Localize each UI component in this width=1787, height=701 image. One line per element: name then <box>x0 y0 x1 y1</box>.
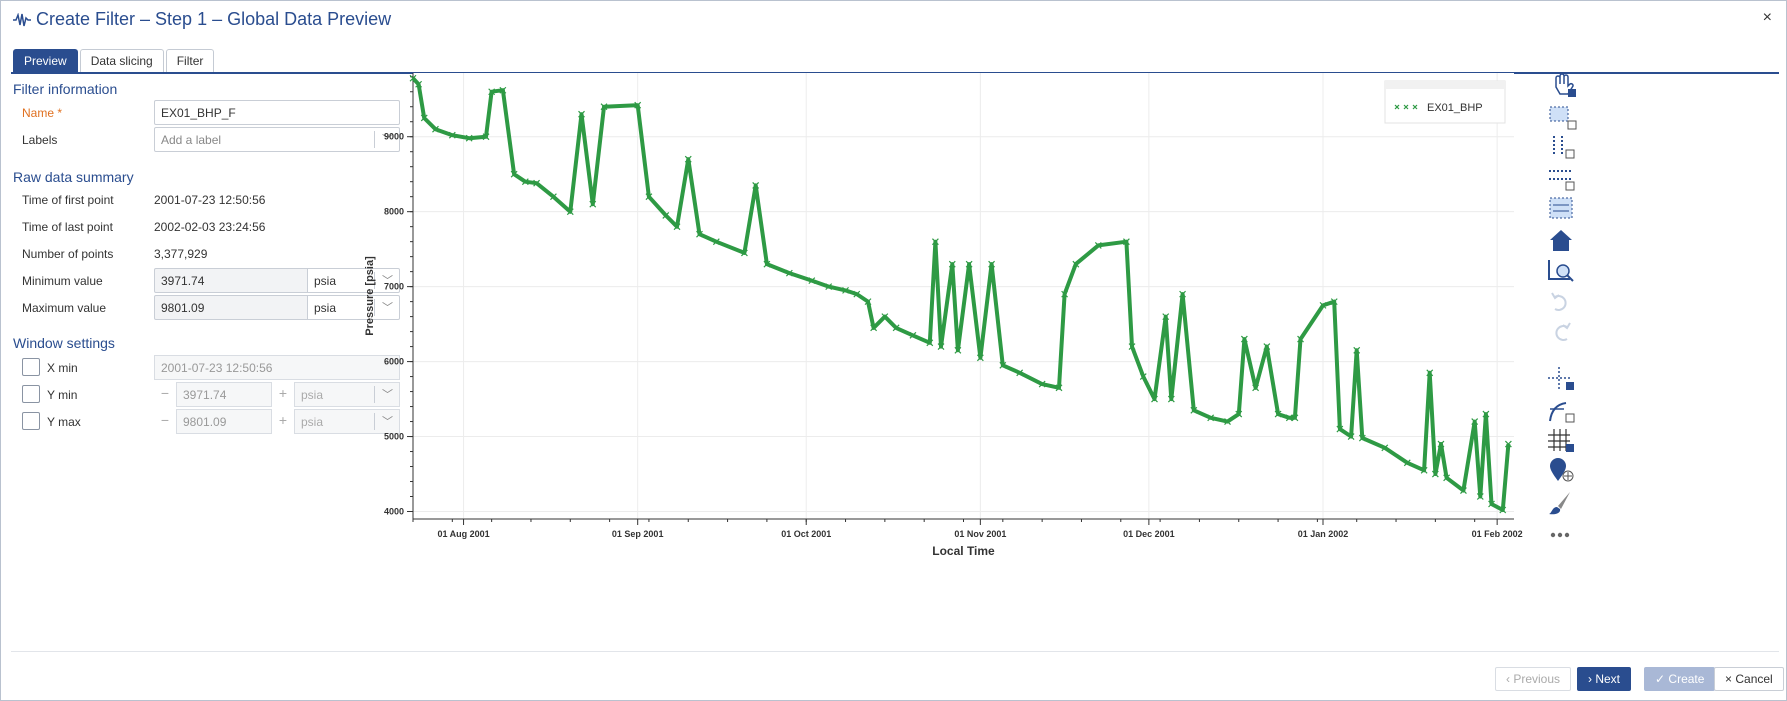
x-tick-label: 01 Nov 2001 <box>954 529 1006 539</box>
name-label-text: Name <box>22 106 55 120</box>
cancel-label: Cancel <box>1735 672 1773 686</box>
name-input-value: EX01_BHP_F <box>161 106 236 120</box>
create-label: Create <box>1668 672 1705 686</box>
ymin-decrement-button[interactable]: − <box>154 382 176 407</box>
y-tick-label: 6000 <box>384 357 404 367</box>
tab-data-slicing[interactable]: Data slicing <box>79 49 164 73</box>
window-settings-title: Window settings <box>13 335 115 351</box>
tab-filter[interactable]: Filter <box>165 49 215 73</box>
x-tick-label: 01 Jan 2002 <box>1298 529 1349 539</box>
y-axis-label: Pressure [psia] <box>364 256 376 336</box>
num-points-value: 3,377,929 <box>154 247 208 261</box>
y-tick-label: 8000 <box>384 207 404 217</box>
check-icon: ✓ <box>1655 672 1666 686</box>
redo-icon[interactable] <box>1546 319 1578 347</box>
legend-header <box>1385 81 1505 89</box>
brush-icon[interactable] <box>1546 489 1578 517</box>
max-value-input: 9801.09 <box>154 295 308 320</box>
close-icon[interactable]: × <box>1763 9 1772 27</box>
undo-icon[interactable] <box>1546 289 1578 317</box>
y-tick-label: 9000 <box>384 132 404 142</box>
hover-icon[interactable] <box>1546 397 1578 425</box>
footer-divider <box>11 651 1779 652</box>
x-tick-label: 01 Sep 2001 <box>612 529 664 539</box>
num-points-label: Number of points <box>22 247 114 261</box>
x-axis-label: Local Time <box>932 544 995 558</box>
tab-preview[interactable]: Preview <box>13 49 78 73</box>
y-tick-label: 7000 <box>384 282 404 292</box>
last-point-label: Time of last point <box>22 220 113 234</box>
home-icon[interactable] <box>1546 227 1578 255</box>
more-icon[interactable] <box>1546 521 1578 549</box>
name-label: Name * <box>22 106 62 120</box>
ymax-increment-button[interactable]: + <box>272 409 294 434</box>
waveform-icon <box>13 13 31 27</box>
y-tick-label: 5000 <box>384 432 404 442</box>
required-mark: * <box>57 106 63 120</box>
first-point-label: Time of first point <box>22 193 114 207</box>
min-value-input: 3971.74 <box>154 268 308 293</box>
ymax-decrement-button[interactable]: − <box>154 409 176 434</box>
next-label: Next <box>1595 672 1621 686</box>
x-tick-label: 01 Aug 2001 <box>437 529 489 539</box>
ymax-unit-value: psia <box>301 415 324 429</box>
last-point-value: 2002-02-03 23:24:56 <box>154 220 266 234</box>
tab-bar: Preview Data slicing Filter <box>13 49 215 73</box>
ymin-label: Y min <box>47 388 78 402</box>
xmin-label: X min <box>47 361 78 375</box>
filter-info-title: Filter information <box>13 81 118 97</box>
ymin-input[interactable]: 3971.74 <box>176 382 272 407</box>
y-zoom-icon[interactable] <box>1546 165 1578 193</box>
box-select-icon[interactable] <box>1546 195 1578 223</box>
chevron-right-icon: › <box>1588 672 1592 686</box>
previous-button[interactable]: ‹ Previous <box>1495 667 1572 691</box>
labels-label: Labels <box>22 133 58 147</box>
x-zoom-icon[interactable] <box>1546 133 1578 161</box>
ymin-increment-button[interactable]: + <box>272 382 294 407</box>
pan-icon[interactable] <box>1546 71 1578 99</box>
x-tick-label: 01 Oct 2001 <box>781 529 831 539</box>
ymax-label: Y max <box>47 415 81 429</box>
max-unit-value: psia <box>314 301 337 315</box>
first-point-value: 2001-07-23 12:50:56 <box>154 193 266 207</box>
x-tick-label: 01 Dec 2001 <box>1123 529 1175 539</box>
xmin-checkbox[interactable] <box>22 358 40 376</box>
zoom-fit-icon[interactable] <box>1546 257 1578 285</box>
plot-toolbar <box>1546 71 1586 551</box>
labels-placeholder: Add a label <box>161 133 222 147</box>
raw-summary-title: Raw data summary <box>13 169 134 185</box>
next-button[interactable]: › Next <box>1577 667 1632 691</box>
pressure-chart[interactable]: 01 Aug 2001 01 Sep 2001 01 Oct 2001 01 Nov … <box>361 71 1536 571</box>
previous-label: Previous <box>1513 672 1561 686</box>
chevron-left-icon: ‹ <box>1506 672 1510 686</box>
dialog-title: Create Filter – Step 1 – Global Data Pre… <box>36 9 392 29</box>
min-value-label: Minimum value <box>22 274 103 288</box>
x-tick-label: 01 Feb 2002 <box>1472 529 1523 539</box>
min-unit-value: psia <box>314 274 337 288</box>
crosshair-icon[interactable] <box>1546 365 1578 393</box>
legend-label: EX01_BHP <box>1427 102 1483 114</box>
cancel-button[interactable]: × Cancel <box>1714 667 1784 691</box>
ymax-input[interactable]: 9801.09 <box>176 409 272 434</box>
left-panel: Filter information Name * EX01_BHP_F Lab… <box>1 81 421 581</box>
create-button[interactable]: ✓ Create <box>1644 667 1716 691</box>
y-tick-label: 4000 <box>384 507 404 517</box>
ymin-checkbox[interactable] <box>22 385 40 403</box>
close-icon: × <box>1725 672 1733 686</box>
ymax-checkbox[interactable] <box>22 412 40 430</box>
ymin-unit-value: psia <box>301 388 324 402</box>
create-filter-dialog: Create Filter – Step 1 – Global Data Pre… <box>0 0 1787 701</box>
max-value-label: Maximum value <box>22 301 107 315</box>
box-zoom-icon[interactable] <box>1546 103 1578 131</box>
title-bar: Create Filter – Step 1 – Global Data Pre… <box>1 1 1786 41</box>
marker-icon[interactable] <box>1546 457 1578 485</box>
grid-icon[interactable] <box>1546 427 1578 455</box>
